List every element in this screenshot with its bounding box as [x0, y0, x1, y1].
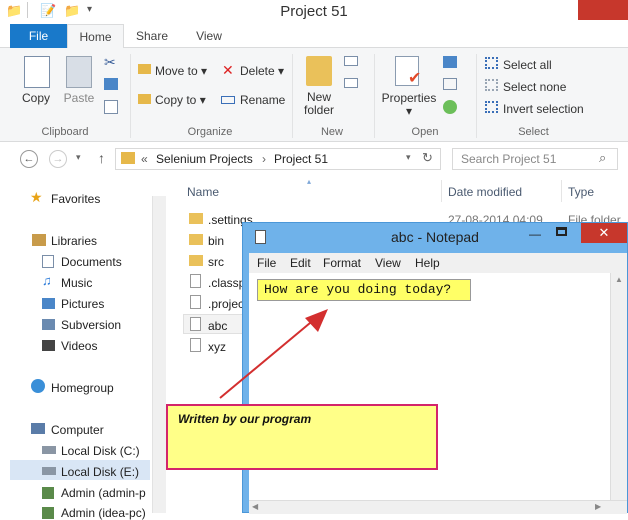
annotation-note: Written by our program: [166, 404, 438, 470]
annotation-text: Written by our program: [178, 412, 312, 426]
